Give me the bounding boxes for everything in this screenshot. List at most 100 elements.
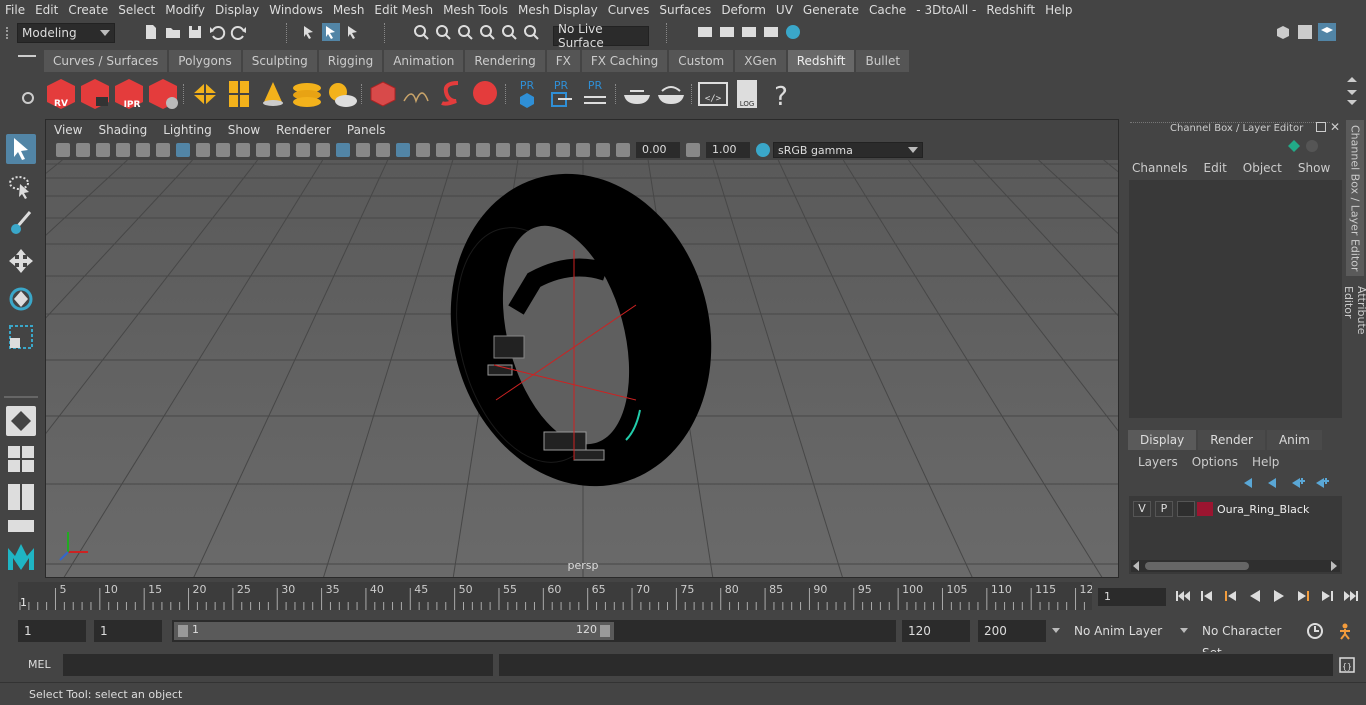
shadows-icon[interactable]: [436, 143, 450, 157]
viewport-menu-item[interactable]: Renderer: [268, 123, 339, 137]
playback-end-field[interactable]: 120: [902, 620, 970, 642]
shelf-scroll-arrows[interactable]: [1346, 76, 1358, 108]
select-tool-icon[interactable]: [6, 134, 36, 164]
layer-editor-tab[interactable]: Render: [1198, 430, 1265, 450]
render-settings-icon[interactable]: [762, 23, 780, 41]
shelf-tab[interactable]: Rendering: [465, 50, 545, 72]
viewport-panel[interactable]: View Shading Lighting Show Renderer Panels 0.…: [45, 119, 1119, 578]
rs-ies-light-icon[interactable]: [290, 77, 324, 111]
menu-item[interactable]: Help: [1040, 3, 1077, 17]
redo-icon[interactable]: [230, 23, 248, 41]
2d-pan-icon[interactable]: [136, 143, 150, 157]
layer-color-swatch[interactable]: [1197, 502, 1213, 516]
end-dropdown-arrow[interactable]: [1052, 628, 1060, 633]
rs-sun-sky-icon[interactable]: [324, 77, 358, 111]
color-management-icon[interactable]: [756, 143, 770, 157]
menu-item[interactable]: Redshift: [981, 3, 1040, 17]
viewport-canvas[interactable]: [46, 160, 1119, 578]
menu-item[interactable]: Mesh Display: [513, 3, 603, 17]
render-view-icon[interactable]: [696, 23, 714, 41]
menu-item[interactable]: File: [0, 3, 30, 17]
rotate-tool-icon[interactable]: [6, 284, 36, 314]
script-editor-icon[interactable]: {}: [1338, 656, 1356, 674]
go-to-end-icon[interactable]: [1342, 588, 1360, 604]
shelf-tab[interactable]: Polygons: [169, 50, 241, 72]
channel-box-menu-item[interactable]: Object: [1243, 161, 1282, 175]
shelf-tab[interactable]: Bullet: [856, 50, 910, 72]
shelf-tab[interactable]: Rigging: [318, 50, 383, 72]
select-by-hierarchy-icon[interactable]: [300, 23, 318, 41]
textured-icon[interactable]: [396, 143, 410, 157]
layer-row[interactable]: V P Oura_Ring_Black: [1133, 500, 1337, 518]
snap-view-plane-icon[interactable]: [478, 23, 496, 41]
menu-item[interactable]: Modify: [160, 3, 210, 17]
menu-item[interactable]: Edit: [30, 3, 63, 17]
step-back-frame-icon[interactable]: [1222, 588, 1240, 604]
film-gate-icon[interactable]: [196, 143, 210, 157]
gamma-icon[interactable]: [686, 143, 700, 157]
xray-icon[interactable]: [556, 143, 570, 157]
viewport-menu-item[interactable]: Panels: [339, 123, 394, 137]
layer-editor-menu-item[interactable]: Help: [1252, 455, 1279, 469]
field-chart-icon[interactable]: [256, 143, 270, 157]
gate-mask-icon[interactable]: [236, 143, 250, 157]
menu-item[interactable]: Surfaces: [654, 3, 716, 17]
channel-box-menu-item[interactable]: Show: [1298, 161, 1330, 175]
image-plane-icon[interactable]: [116, 143, 130, 157]
menu-item[interactable]: Edit Mesh: [369, 3, 438, 17]
ipr-render-icon[interactable]: [740, 23, 758, 41]
viewport-menu-item[interactable]: View: [46, 123, 90, 137]
single-pane-layout-icon[interactable]: [6, 406, 36, 436]
scrollbar-thumb[interactable]: [1145, 562, 1249, 570]
layer-toggle-icon[interactable]: [1318, 23, 1336, 41]
rs-pr-object-icon[interactable]: PR: [510, 77, 544, 111]
menu-item[interactable]: - 3DtoAll -: [911, 3, 981, 17]
maya-logo-icon[interactable]: [6, 542, 36, 572]
move-layer-up-icon[interactable]: [1242, 476, 1258, 490]
rs-bake-set-icon[interactable]: [654, 77, 688, 111]
hypershade-icon[interactable]: [784, 23, 802, 41]
modeling-toolkit-icon[interactable]: [1274, 23, 1292, 41]
menu-item[interactable]: Mesh: [328, 3, 370, 17]
menu-item[interactable]: Generate: [798, 3, 864, 17]
auto-key-icon[interactable]: [1306, 622, 1324, 640]
shelf-tab[interactable]: FX Caching: [581, 50, 668, 72]
range-start-handle[interactable]: [178, 625, 188, 637]
mode-selector[interactable]: Modeling: [17, 23, 115, 43]
workspace-icon[interactable]: [1296, 23, 1314, 41]
layer-visibility-toggle[interactable]: V: [1133, 501, 1151, 517]
gamma-field[interactable]: 1.00: [706, 142, 750, 158]
anim-layer-field[interactable]: No Anim Layer: [1068, 620, 1170, 642]
playback-start-field[interactable]: 1: [94, 620, 162, 642]
range-track[interactable]: 1 120: [172, 620, 896, 642]
scroll-left-arrow[interactable]: [1133, 561, 1139, 571]
channel-box-menu-item[interactable]: Channels: [1132, 161, 1188, 175]
shelf-menu-icon[interactable]: [18, 55, 36, 57]
character-set-field[interactable]: No Character Set: [1196, 620, 1298, 660]
rs-proxy-icon[interactable]: [366, 77, 400, 111]
rs-light-icon[interactable]: [188, 77, 222, 111]
tab-attribute-editor[interactable]: Attribute Editor: [1342, 286, 1366, 370]
viewport-menu-item[interactable]: Shading: [90, 123, 155, 137]
close-panel-icon[interactable]: ✕: [1330, 120, 1340, 134]
snap-curve-icon[interactable]: [434, 23, 452, 41]
animation-preferences-icon[interactable]: [1336, 622, 1354, 640]
rs-render-sequence-icon[interactable]: [78, 77, 112, 111]
shelf-tab[interactable]: Redshift: [787, 50, 855, 72]
step-back-key-icon[interactable]: [1198, 588, 1216, 604]
current-frame-field[interactable]: 1: [1098, 588, 1166, 606]
rs-render-view-icon[interactable]: RV: [44, 77, 78, 111]
depth-of-field-icon[interactable]: [516, 143, 530, 157]
shelf-tab[interactable]: Curves / Surfaces: [44, 50, 168, 72]
wireframe-on-shaded-icon[interactable]: [376, 143, 390, 157]
anti-aliasing-icon[interactable]: [496, 143, 510, 157]
use-default-material-icon[interactable]: [356, 143, 370, 157]
snap-grid-icon[interactable]: [412, 23, 430, 41]
play-forwards-icon[interactable]: [1270, 588, 1288, 604]
scale-tool-icon[interactable]: [6, 322, 36, 352]
step-forward-key-icon[interactable]: [1318, 588, 1336, 604]
isolate-select-icon[interactable]: [536, 143, 550, 157]
tab-channel-box[interactable]: Channel Box / Layer Editor: [1346, 120, 1364, 276]
menu-item[interactable]: UV: [771, 3, 798, 17]
rs-sphere-icon[interactable]: [468, 77, 502, 111]
